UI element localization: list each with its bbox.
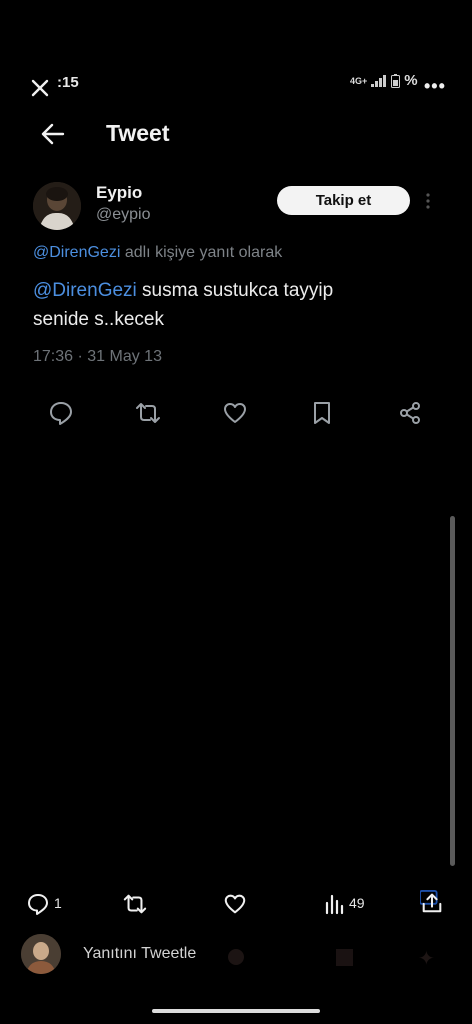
close-icon[interactable] (30, 78, 50, 98)
like-icon[interactable] (222, 400, 248, 426)
tweet-text-line2: senide s..kecek (33, 309, 164, 330)
author-name[interactable]: Eypio (96, 183, 142, 203)
tweet-mention[interactable]: @DirenGezi (33, 280, 137, 301)
retweet-icon[interactable] (135, 400, 161, 426)
reply-count: 1 (54, 895, 62, 911)
views-icon[interactable] (323, 892, 347, 916)
page-title: Tweet (106, 120, 170, 146)
reply-icon[interactable] (48, 400, 74, 426)
tweet-text-line1: susma sustukca tayyip (136, 280, 334, 301)
signal-icon (371, 74, 387, 87)
bottom-reply-icon[interactable] (26, 892, 50, 916)
share-icon[interactable] (397, 400, 423, 426)
views-count: 49 (349, 895, 365, 911)
more-icon[interactable]: ••• (424, 76, 446, 97)
upload-icon[interactable] (420, 890, 444, 914)
bottom-like-icon[interactable] (223, 892, 247, 916)
reply-context: @DirenGezi adlı kişiye yanıt olarak (33, 244, 282, 262)
network-label: 4G+ (350, 75, 368, 86)
status-time: :15 (57, 74, 79, 91)
tweet-options-icon[interactable] (424, 191, 432, 211)
author-handle: @eypio (96, 206, 151, 223)
reply-context-text: adlı kişiye yanıt olarak (120, 244, 283, 261)
bottom-retweet-icon[interactable] (123, 892, 147, 916)
back-arrow-icon[interactable] (40, 121, 66, 147)
battery-percent: % (404, 72, 418, 89)
reply-context-mention[interactable]: @DirenGezi (33, 244, 120, 261)
battery-icon (391, 73, 401, 88)
reply-input[interactable]: Yanıtını Tweetle (83, 945, 196, 963)
bookmark-icon[interactable] (309, 400, 335, 426)
avatar-image (33, 182, 81, 230)
tweet-text: @DirenGezi susma sustukca tayyip senide s… (33, 276, 433, 334)
user-avatar-image (21, 934, 61, 974)
follow-button[interactable]: Takip et (277, 186, 410, 215)
user-avatar[interactable] (21, 934, 61, 974)
home-indicator[interactable] (152, 1009, 320, 1013)
status-icons: 4G+ % (350, 72, 418, 89)
accessibility-ghost-icon: ✦ (418, 948, 435, 970)
author-avatar[interactable] (33, 182, 81, 230)
nav-recent-ghost-icon (336, 949, 353, 966)
tweet-timestamp: 17:36 · 31 May 13 (33, 348, 162, 365)
scrollbar[interactable] (450, 516, 455, 866)
nav-home-ghost-icon (228, 949, 244, 965)
